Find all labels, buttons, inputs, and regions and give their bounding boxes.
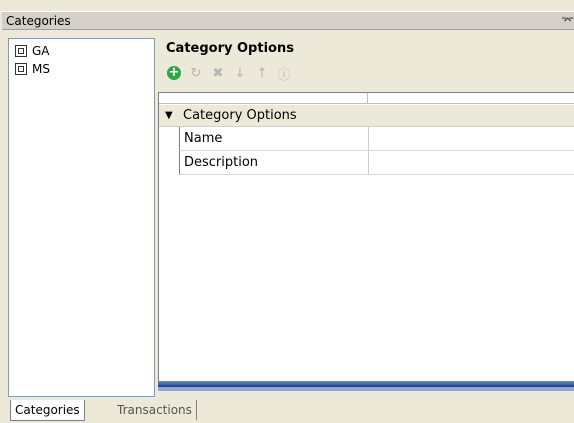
panel-title: Categories: [6, 14, 71, 28]
property-row-description[interactable]: Description: [179, 151, 574, 175]
panel-title-bar: Categories ⌤: [0, 0, 574, 30]
options-toolbar: + ↻ ✖ ↓ ↑ ⓘ: [166, 64, 298, 83]
add-button[interactable]: +: [166, 65, 182, 81]
property-grid[interactable]: ▼ Category Options Name Description: [158, 92, 574, 381]
category-group-row[interactable]: ▼ Category Options: [159, 105, 574, 127]
tab-categories[interactable]: Categories: [10, 400, 85, 421]
refresh-button[interactable]: ↻: [188, 65, 204, 81]
info-button[interactable]: ⓘ: [276, 65, 292, 83]
delete-icon: ✖: [212, 65, 224, 81]
property-label: Name: [184, 131, 223, 146]
grid-bottom-bar-lower: [158, 387, 574, 391]
pin-icon[interactable]: ⌤: [561, 14, 574, 27]
grid-header: [159, 93, 574, 104]
arrow-down-icon: ↓: [234, 65, 246, 81]
arrow-up-icon: ↑: [256, 65, 268, 81]
collapse-triangle-icon[interactable]: ▼: [165, 110, 173, 121]
info-icon: ⓘ: [277, 67, 291, 83]
tree-item-ms[interactable]: MS: [15, 61, 50, 77]
category-tree[interactable]: GA MS: [8, 38, 155, 397]
add-icon: +: [167, 65, 181, 80]
title-inner: Categories ⌤: [2, 11, 574, 30]
tree-item-label: GA: [32, 44, 50, 58]
category-icon: [15, 45, 27, 57]
property-row-name[interactable]: Name: [179, 127, 574, 151]
options-panel: Category Options + ↻ ✖ ↓ ↑ ⓘ ▼ Category …: [158, 38, 574, 397]
options-title: Category Options: [166, 41, 294, 56]
move-up-button[interactable]: ↑: [254, 65, 270, 81]
tab-transactions[interactable]: Transactions: [113, 400, 197, 420]
category-icon: [15, 63, 27, 75]
header-separator: [367, 93, 368, 103]
bottom-tab-strip: Categories Transactions: [0, 397, 574, 423]
category-group-label: Category Options: [183, 108, 297, 123]
move-down-button[interactable]: ↓: [232, 65, 248, 81]
tree-item-label: MS: [32, 62, 50, 76]
tree-item-ga[interactable]: GA: [15, 43, 50, 59]
value-separator: [368, 151, 369, 175]
refresh-icon: ↻: [190, 65, 202, 81]
value-separator: [368, 127, 369, 151]
delete-button[interactable]: ✖: [210, 65, 226, 81]
property-label: Description: [184, 155, 259, 170]
